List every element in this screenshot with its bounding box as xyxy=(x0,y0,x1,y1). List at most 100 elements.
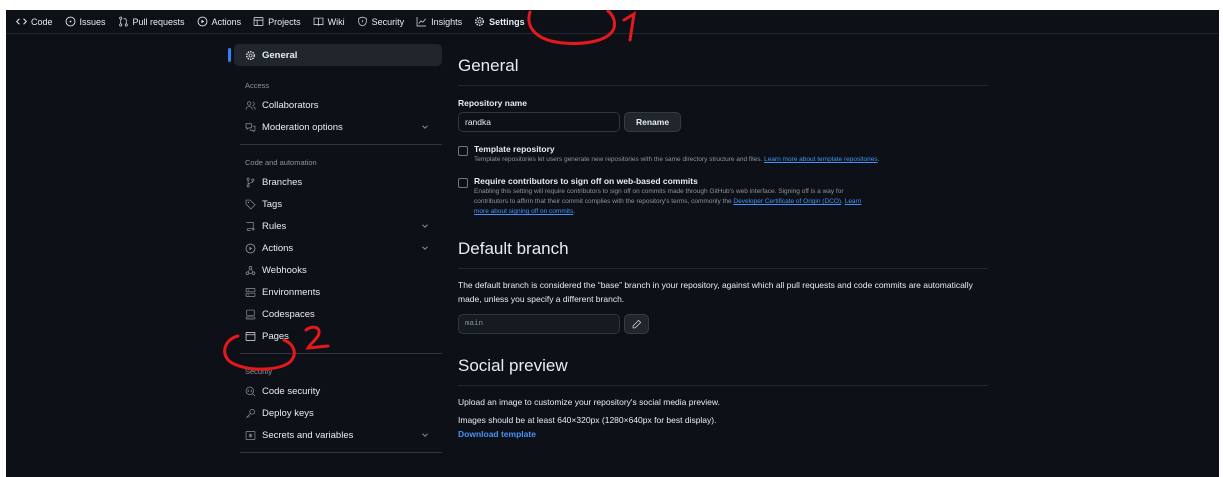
divider xyxy=(240,144,442,145)
sidebar-item-code-security[interactable]: Code security xyxy=(234,380,442,402)
page-title: General xyxy=(458,44,988,86)
signoff-checkbox[interactable] xyxy=(458,178,468,188)
tab-code-label: Code xyxy=(31,16,53,27)
tab-issues[interactable]: Issues xyxy=(65,11,106,33)
download-template-link[interactable]: Download template xyxy=(458,427,988,441)
tab-issues-label: Issues xyxy=(79,16,106,27)
github-window: Code Issues Pull requests Actions Projec… xyxy=(6,10,1219,477)
sidebar-item-moderation[interactable]: Moderation options xyxy=(234,116,442,138)
default-branch-title: Default branch xyxy=(458,227,988,269)
social-desc-2: Images should be at least 640×320px (128… xyxy=(458,415,717,425)
pencil-icon xyxy=(632,319,642,328)
tab-insights-label: Insights xyxy=(431,16,463,27)
graph-icon xyxy=(416,17,427,27)
template-repo-desc: Template repositories let users generate… xyxy=(474,156,763,163)
social-preview-title: Social preview xyxy=(458,344,988,386)
tab-projects[interactable]: Projects xyxy=(253,11,301,33)
chevron-down-icon xyxy=(422,246,428,250)
sidebar-item-tags[interactable]: Tags xyxy=(234,193,442,215)
tab-security[interactable]: Security xyxy=(357,11,405,33)
play-icon xyxy=(245,243,256,253)
sidebar-item-label: Deploy keys xyxy=(262,407,314,419)
signoff-learn-link[interactable]: Learn xyxy=(845,198,862,205)
tab-security-label: Security xyxy=(371,16,405,27)
rename-button[interactable]: Rename xyxy=(624,112,682,132)
divider xyxy=(240,452,442,453)
sidebar-item-label: Environments xyxy=(262,286,321,298)
sidebar-item-webhooks[interactable]: Webhooks xyxy=(234,259,442,281)
sidebar-item-rules[interactable]: Rules xyxy=(234,215,442,237)
key-asterisk-icon xyxy=(245,430,256,440)
annotation-circle-pages xyxy=(223,325,330,371)
annotation-circle-settings xyxy=(527,10,636,45)
default-branch-value: main xyxy=(458,314,620,334)
code-icon xyxy=(16,18,27,25)
tab-wiki[interactable]: Wiki xyxy=(313,11,345,33)
social-desc-1: Upload an image to customize your reposi… xyxy=(458,397,720,407)
people-icon xyxy=(245,100,256,110)
table-icon xyxy=(253,17,264,26)
sidebar-item-environments[interactable]: Environments xyxy=(234,281,442,303)
sidebar-item-deploy-keys[interactable]: Deploy keys xyxy=(234,402,442,424)
sidebar-item-label: Actions xyxy=(262,242,294,254)
chevron-down-icon xyxy=(422,433,428,437)
sidebar-item-label: General xyxy=(262,49,298,61)
issue-opened-icon xyxy=(65,16,75,27)
template-repo-checkbox[interactable] xyxy=(458,146,468,156)
server-icon xyxy=(245,287,256,297)
signoff-learn-link-cont[interactable]: more about signing off on commits xyxy=(474,208,573,215)
sidebar-item-label: Branches xyxy=(262,176,303,188)
sidebar-item-label: Secrets and variables xyxy=(262,429,354,441)
book-icon xyxy=(313,17,323,26)
webhook-icon xyxy=(245,265,256,275)
gear-icon xyxy=(246,50,255,60)
settings-main: General Repository name randka Rename Te… xyxy=(458,44,988,441)
tab-actions-label: Actions xyxy=(211,16,242,27)
comment-discussion-icon xyxy=(245,122,256,132)
key-icon xyxy=(246,408,255,418)
tab-wiki-label: Wiki xyxy=(327,16,345,27)
codescan-icon xyxy=(245,386,256,396)
play-icon xyxy=(197,16,207,27)
repo-name-input[interactable]: randka xyxy=(458,112,620,132)
template-repo-title: Template repository xyxy=(474,144,555,154)
tag-icon xyxy=(245,199,256,209)
chevron-down-icon xyxy=(422,224,428,228)
edit-branch-button[interactable] xyxy=(624,314,649,334)
chevron-down-icon xyxy=(422,125,428,129)
sidebar-item-label: Codespaces xyxy=(262,308,315,320)
sidebar-item-label: Webhooks xyxy=(262,264,307,276)
repo-push-icon xyxy=(246,221,255,231)
tab-pull-requests-label: Pull requests xyxy=(132,16,185,27)
sidebar-item-collaborators[interactable]: Collaborators xyxy=(234,94,442,116)
template-learn-more-link[interactable]: Learn more about template repositories xyxy=(764,156,877,163)
tab-insights[interactable]: Insights xyxy=(416,11,462,33)
tab-code[interactable]: Code xyxy=(16,11,53,33)
repo-name-label: Repository name xyxy=(458,98,527,108)
signoff-desc-1: Enabling this setting will require contr… xyxy=(474,188,844,195)
default-branch-desc: The default branch is considered the “ba… xyxy=(458,280,973,304)
sidebar-item-secrets[interactable]: Secrets and variables xyxy=(234,424,442,446)
shield-icon xyxy=(357,16,367,27)
tab-pull-requests[interactable]: Pull requests xyxy=(118,11,185,33)
sidebar-item-branches[interactable]: Branches xyxy=(234,171,442,193)
dco-link[interactable]: Developer Certificate of Origin (DCO) xyxy=(733,198,841,205)
codespaces-icon xyxy=(245,309,256,319)
sidebar-item-general[interactable]: General xyxy=(228,44,442,66)
sidebar-item-label: Tags xyxy=(262,198,283,210)
punct: . xyxy=(573,208,576,215)
signoff-title: Require contributors to sign off on web-… xyxy=(474,176,698,186)
access-heading: Access xyxy=(245,81,270,90)
punct: . xyxy=(877,156,880,163)
sidebar-item-label: Moderation options xyxy=(262,121,343,133)
sidebar-item-label: Collaborators xyxy=(262,99,319,111)
code-automation-heading: Code and automation xyxy=(245,158,317,167)
sidebar-item-label: Code security xyxy=(262,385,321,397)
signoff-desc-2: contributors to affirm that their commit… xyxy=(474,198,732,205)
sidebar-item-actions[interactable]: Actions xyxy=(234,237,442,259)
settings-sidebar: General Access Collaborators Moderation … xyxy=(228,44,442,453)
tab-projects-label: Projects xyxy=(268,16,301,27)
gear-icon xyxy=(475,17,485,26)
tab-actions[interactable]: Actions xyxy=(197,11,242,33)
git-pull-request-icon xyxy=(118,16,128,27)
